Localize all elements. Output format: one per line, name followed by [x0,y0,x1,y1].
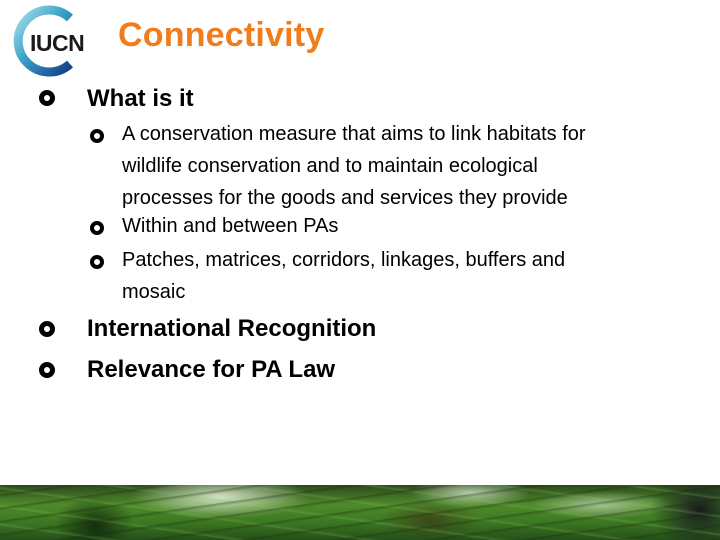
sub-bullet-line: Within and between PAs [122,215,339,237]
sub-bullet-line: mosaic [122,281,186,303]
sub-bullet-icon [90,255,104,269]
logo-text: IUCN [30,30,85,56]
bullet-international-recognition: International Recognition [87,315,377,342]
slide-title: Connectivity [118,16,325,54]
sub-bullet-icon [90,221,104,235]
bullet-icon [39,90,55,106]
sub-bullet-within-between: Within and between PAs [122,210,682,242]
sub-bullet-icon [90,129,104,143]
sub-bullet-line: wildlife conservation and to maintain ec… [122,155,538,177]
sub-bullet-line: A conservation measure that aims to link… [122,123,586,145]
sub-bullet-patches: Patches, matrices, corridors, linkages, … [122,244,682,308]
sub-bullet-definition: A conservation measure that aims to link… [122,118,682,214]
iucn-logo: IUCN [8,4,88,78]
sub-bullet-line: Patches, matrices, corridors, linkages, … [122,249,566,271]
bullet-what-is-it: What is it [87,85,194,112]
bullet-icon [39,321,55,337]
bullet-relevance-pa-law: Relevance for PA Law [87,356,336,383]
forest-texture [0,485,720,540]
forest-banner-image [0,485,720,540]
bullet-icon [39,362,55,378]
slide: IUCN Connectivity What is it A conservat… [0,0,720,540]
